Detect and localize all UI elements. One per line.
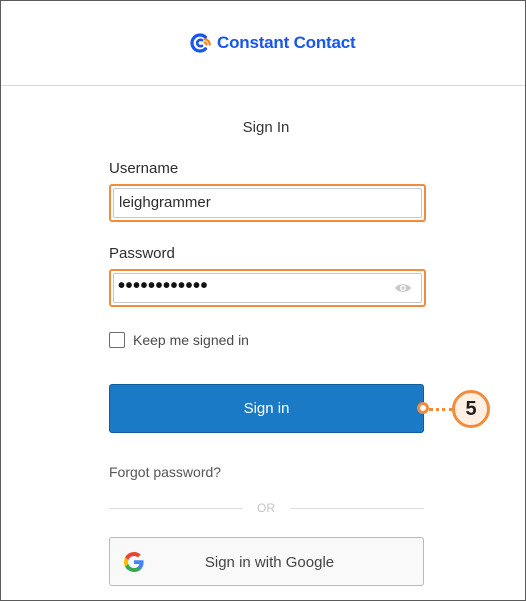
- constant-contact-logo: Constant Contact: [190, 32, 356, 54]
- password-masked-value: ••••••••••••: [118, 275, 209, 297]
- keep-signed-in-checkbox[interactable]: [109, 332, 125, 348]
- sign-in-button[interactable]: Sign in: [109, 384, 424, 433]
- or-divider-label: OR: [257, 501, 275, 515]
- username-value: leighgrammer: [119, 194, 211, 211]
- keep-signed-in-label[interactable]: Keep me signed in: [133, 332, 249, 348]
- brand-name: Constant Contact: [217, 33, 356, 52]
- constant-contact-logo-icon: [190, 33, 211, 53]
- username-field[interactable]: leighgrammer: [109, 184, 426, 222]
- password-label: Password: [109, 245, 175, 262]
- sign-in-with-google-button[interactable]: Sign in with Google: [109, 537, 424, 586]
- callout-anchor-dot: [417, 402, 429, 414]
- password-field[interactable]: ••••••••••••: [109, 269, 426, 307]
- forgot-password-link[interactable]: Forgot password?: [109, 464, 221, 480]
- username-label: Username: [109, 160, 179, 177]
- divider-line-right: [290, 508, 424, 509]
- callout-connector: [429, 408, 453, 411]
- google-button-label: Sign in with Google: [204, 554, 335, 571]
- page-header: Constant Contact: [1, 1, 525, 86]
- eye-icon[interactable]: [394, 282, 412, 294]
- divider-line-left: [109, 508, 242, 509]
- step-number-callout: 5: [452, 390, 490, 428]
- page-title: Sign In: [242, 119, 290, 136]
- login-page: Constant Contact Sign In Username leighg…: [0, 0, 526, 601]
